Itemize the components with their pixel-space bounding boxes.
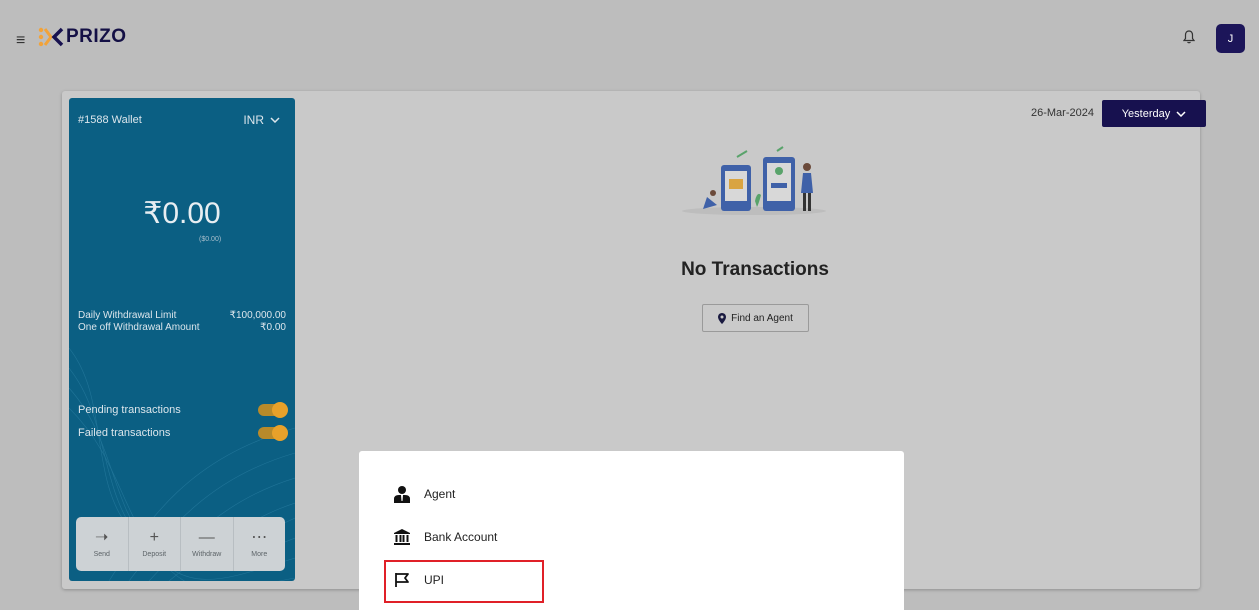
chevron-down-icon <box>1176 110 1186 117</box>
prizo-logo-icon <box>38 27 64 47</box>
find-agent-label: Find an Agent <box>731 312 793 324</box>
find-agent-button[interactable]: Find an Agent <box>702 304 809 332</box>
sheet-item-label: Bank Account <box>424 530 498 544</box>
arrow-right-icon: ➝ <box>95 528 109 546</box>
plus-icon: + <box>149 528 159 546</box>
toggle-label: Failed transactions <box>78 427 171 439</box>
currency-label: INR <box>243 113 264 127</box>
action-label: Withdraw <box>192 550 222 558</box>
wallet-card: #1588 Wallet INR ₹0.00 ($0.00) Daily Wit… <box>69 98 295 581</box>
deposit-button[interactable]: + Deposit <box>129 517 181 571</box>
toggle-label: Pending transactions <box>78 404 181 416</box>
minus-icon: — <box>198 528 215 546</box>
transactions-date: 26-Mar-2024 <box>1031 107 1094 119</box>
brand-logo[interactable]: PRIZO <box>38 26 127 48</box>
sheet-item-agent[interactable]: Agent <box>394 483 455 505</box>
hamburger-menu-icon[interactable]: ≡ <box>16 32 25 50</box>
send-button[interactable]: ➝ Send <box>76 517 129 571</box>
more-button[interactable]: ⋯ More <box>234 517 286 571</box>
no-transactions-illustration <box>682 146 826 215</box>
agent-icon <box>394 486 410 503</box>
top-bar: ≡ PRIZO J <box>0 0 1259 74</box>
currency-selector[interactable]: INR <box>243 113 280 127</box>
failed-transactions-row: Failed transactions <box>78 425 288 441</box>
limit-label: Daily Withdrawal Limit <box>78 310 177 321</box>
wallet-balance: ₹0.00 <box>143 197 221 230</box>
one-off-withdrawal-row: One off Withdrawal Amount ₹0.00 <box>78 322 286 333</box>
action-label: More <box>251 550 268 558</box>
limit-value: ₹0.00 <box>260 322 286 333</box>
map-pin-icon <box>718 312 727 324</box>
failed-transactions-toggle[interactable] <box>258 425 288 441</box>
wallet-background-waves <box>69 347 295 581</box>
user-avatar[interactable]: J <box>1216 24 1245 53</box>
brand-name: PRIZO <box>66 26 127 47</box>
bank-icon <box>394 529 410 545</box>
action-label: Deposit <box>142 550 167 558</box>
wallet-balance-usd: ($0.00) <box>199 236 222 243</box>
notification-bell-icon[interactable] <box>1182 30 1196 49</box>
limit-value: ₹100,000.00 <box>229 310 286 321</box>
empty-state-title: No Transactions <box>681 259 829 280</box>
wallet-actions-bar: ➝ Send + Deposit — Withdraw ⋯ More <box>76 517 285 571</box>
upi-highlight-box <box>384 560 544 603</box>
pending-transactions-row: Pending transactions <box>78 402 288 418</box>
action-label: Send <box>93 550 110 558</box>
limit-label: One off Withdrawal Amount <box>78 322 200 333</box>
daily-withdrawal-limit-row: Daily Withdrawal Limit ₹100,000.00 <box>78 310 286 321</box>
sheet-item-label: Agent <box>424 487 456 501</box>
period-dropdown[interactable]: Yesterday <box>1102 100 1206 127</box>
pending-transactions-toggle[interactable] <box>258 402 288 418</box>
sheet-item-bank-account[interactable]: Bank Account <box>394 526 497 548</box>
more-dots-icon: ⋯ <box>251 528 268 546</box>
period-label: Yesterday <box>1121 107 1171 120</box>
chevron-down-icon <box>270 117 280 123</box>
wallet-title: #1588 Wallet <box>78 114 142 126</box>
withdraw-button[interactable]: — Withdraw <box>181 517 234 571</box>
